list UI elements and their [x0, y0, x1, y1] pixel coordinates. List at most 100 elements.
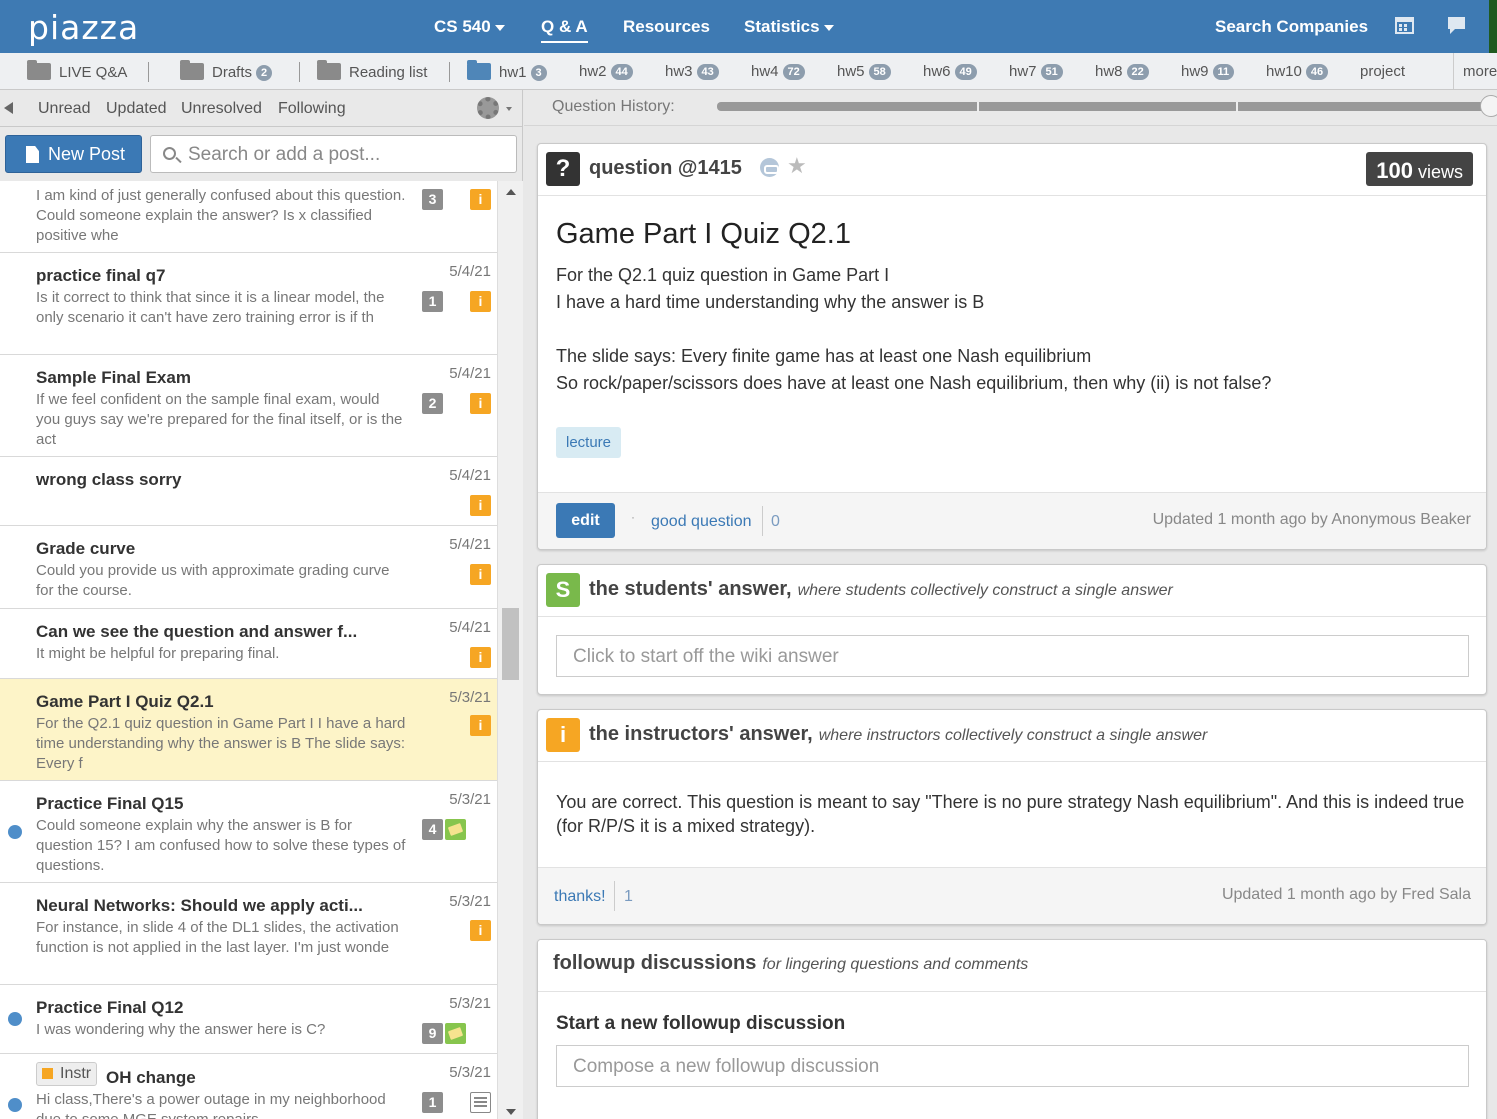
post-title: Grade curve: [36, 539, 136, 558]
chevron-down-icon[interactable]: [506, 107, 512, 111]
folder-count: 43: [696, 64, 719, 80]
instructor-answer-icon: i: [470, 495, 491, 516]
good-question-button[interactable]: good question: [651, 513, 752, 531]
link-icon[interactable]: [760, 158, 779, 177]
folder-hw4[interactable]: hw4 72: [751, 63, 805, 80]
chat-icon[interactable]: [1447, 16, 1466, 35]
new-post-label: New Post: [48, 144, 126, 164]
views-count: 100: [1376, 158, 1413, 183]
feed-scrollbar[interactable]: [497, 181, 523, 1119]
gear-icon[interactable]: [477, 97, 499, 119]
history-slider-track[interactable]: [717, 102, 1492, 111]
list-item[interactable]: Neural Networks: Should we apply acti...…: [0, 883, 497, 985]
folder-project[interactable]: project: [1360, 63, 1405, 80]
new-post-button[interactable]: New Post: [5, 135, 142, 173]
search-input[interactable]: Search or add a post...: [150, 135, 517, 173]
post-date: 5/4/21: [449, 365, 491, 382]
edit-button[interactable]: edit: [556, 503, 615, 538]
chevron-down-icon: [494, 24, 505, 31]
scroll-thumb[interactable]: [502, 608, 519, 680]
question-line: I have a hard time understanding why the…: [556, 292, 985, 312]
filter-unread[interactable]: Unread: [38, 100, 90, 118]
divider: [762, 506, 763, 536]
post-title: wrong class sorry: [36, 470, 182, 489]
students-answer-subtitle: where students collectively construct a …: [797, 582, 1173, 599]
divider: [299, 62, 300, 82]
nav-statistics[interactable]: Statistics: [744, 17, 834, 37]
thanks-button[interactable]: thanks!: [554, 888, 606, 906]
question-header: ? question @1415 ★ 100 views: [538, 144, 1486, 196]
list-item[interactable]: I am kind of just generally confused abo…: [0, 181, 497, 253]
instructor-tag: Instr: [36, 1062, 98, 1086]
folder-label: Drafts: [212, 64, 253, 81]
updated-info: Updated 1 month ago by Anonymous Beaker: [1152, 511, 1471, 528]
collapse-arrow-icon[interactable]: [4, 102, 13, 114]
nav-statistics-label: Statistics: [744, 17, 820, 36]
folder-count: 49: [954, 64, 977, 80]
piazza-logo[interactable]: piazza: [28, 8, 139, 47]
followup-input[interactable]: Compose a new followup discussion: [556, 1045, 1469, 1087]
history-tick: [1236, 102, 1238, 112]
folder-count: 11: [1212, 64, 1235, 80]
folder-hw10[interactable]: hw10 46: [1266, 63, 1329, 80]
post-list: I am kind of just generally confused abo…: [0, 181, 497, 1119]
post-title: Practice Final Q15: [36, 794, 184, 813]
folder-hw6[interactable]: hw6 49: [923, 63, 977, 80]
student-answer-icon: S: [546, 573, 580, 607]
folder-label: hw3: [665, 63, 693, 80]
folder-label: hw2: [579, 63, 607, 80]
scroll-down-icon[interactable]: [506, 1109, 516, 1115]
good-question-count: 0: [771, 513, 780, 530]
list-item[interactable]: Practice Final Q15 5/3/21 Could someone …: [0, 781, 497, 883]
list-item[interactable]: Practice Final Q12 5/3/21 I was wonderin…: [0, 985, 497, 1054]
list-item-selected[interactable]: Game Part I Quiz Q2.1 5/3/21 For the Q2.…: [0, 679, 497, 781]
folder-hw3[interactable]: hw3 43: [665, 63, 719, 80]
instructor-answer-icon: i: [470, 564, 491, 585]
folder-count: 51: [1040, 64, 1063, 80]
list-item[interactable]: Can we see the question and answer f... …: [0, 609, 497, 679]
instructors-answer-body: You are correct. This question is meant …: [556, 792, 1465, 836]
filter-unresolved[interactable]: Unresolved: [181, 100, 262, 118]
question-line: So rock/paper/scissors does have at leas…: [556, 373, 1272, 393]
tag-lecture[interactable]: lecture: [556, 427, 622, 458]
post-snippet: Could you provide us with approximate gr…: [36, 562, 390, 599]
folder-hw7[interactable]: hw7 51: [1009, 63, 1063, 80]
folder-icon: [467, 60, 491, 80]
list-item[interactable]: Sample Final Exam 5/4/21 If we feel conf…: [0, 355, 497, 457]
calendar-icon[interactable]: [1395, 15, 1414, 34]
folder-label: hw8: [1095, 63, 1123, 80]
list-item[interactable]: Instr OH change 5/3/21 Hi class,There's …: [0, 1054, 497, 1119]
history-slider-handle[interactable]: [1480, 95, 1497, 117]
post-snippet: If we feel confident on the sample final…: [36, 391, 403, 448]
folder-count: 22: [1126, 64, 1149, 80]
folder-hw8[interactable]: hw8 22: [1095, 63, 1149, 80]
scroll-up-icon[interactable]: [506, 189, 516, 195]
folder-count: 3: [530, 65, 547, 81]
list-item[interactable]: Grade curve 5/4/21 Could you provide us …: [0, 526, 497, 609]
post-snippet: Is it correct to think that since it is …: [36, 289, 385, 326]
folder-hw5[interactable]: hw5 58: [837, 63, 891, 80]
followup-subtitle: for lingering questions and comments: [762, 956, 1029, 973]
nav-resources[interactable]: Resources: [623, 17, 710, 37]
post-title: Practice Final Q12: [36, 998, 184, 1017]
post-snippet: Hi class,There's a power outage in my ne…: [36, 1091, 386, 1119]
folder-more[interactable]: more: [1463, 63, 1497, 80]
list-item[interactable]: wrong class sorry 5/4/21 i: [0, 457, 497, 526]
nav-qa[interactable]: Q & A: [541, 17, 588, 43]
wiki-answer-input[interactable]: Click to start off the wiki answer: [556, 635, 1469, 677]
filter-updated[interactable]: Updated: [106, 100, 167, 118]
star-icon[interactable]: ★: [787, 153, 807, 179]
folder-reading-list[interactable]: Reading list: [317, 60, 427, 81]
list-item[interactable]: practice final q7 5/4/21 Is it correct t…: [0, 253, 497, 355]
course-selector[interactable]: CS 540: [434, 17, 505, 37]
folder-hw2[interactable]: hw2 44: [579, 63, 633, 80]
folder-drafts[interactable]: Drafts 2: [180, 60, 273, 81]
folder-hw1[interactable]: hw1 3: [467, 60, 547, 81]
folder-hw9[interactable]: hw9 11: [1181, 63, 1235, 80]
search-placeholder: Search or add a post...: [188, 144, 381, 165]
folder-live-qa[interactable]: LIVE Q&A: [27, 60, 127, 81]
post-snippet: It might be helpful for preparing final.: [36, 645, 280, 662]
nav-search-companies[interactable]: Search Companies: [1215, 17, 1368, 37]
filter-following[interactable]: Following: [278, 100, 346, 118]
unread-dot: [8, 1098, 22, 1112]
